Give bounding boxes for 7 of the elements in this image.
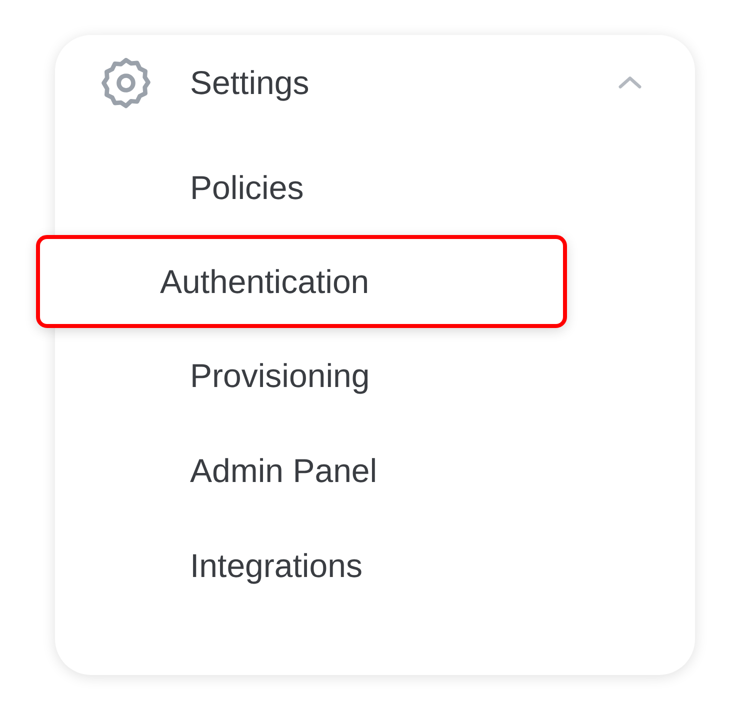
settings-header[interactable]: Settings	[55, 35, 695, 140]
menu-item[interactable]: Integrations	[55, 518, 695, 613]
menu-item[interactable]: Provisioning	[55, 328, 695, 423]
menu-item[interactable]: Authentication	[36, 235, 567, 328]
menu-item[interactable]: Admin Panel	[55, 423, 695, 518]
chevron-icon	[617, 75, 643, 90]
menu-item[interactable]: Policies	[55, 140, 695, 235]
